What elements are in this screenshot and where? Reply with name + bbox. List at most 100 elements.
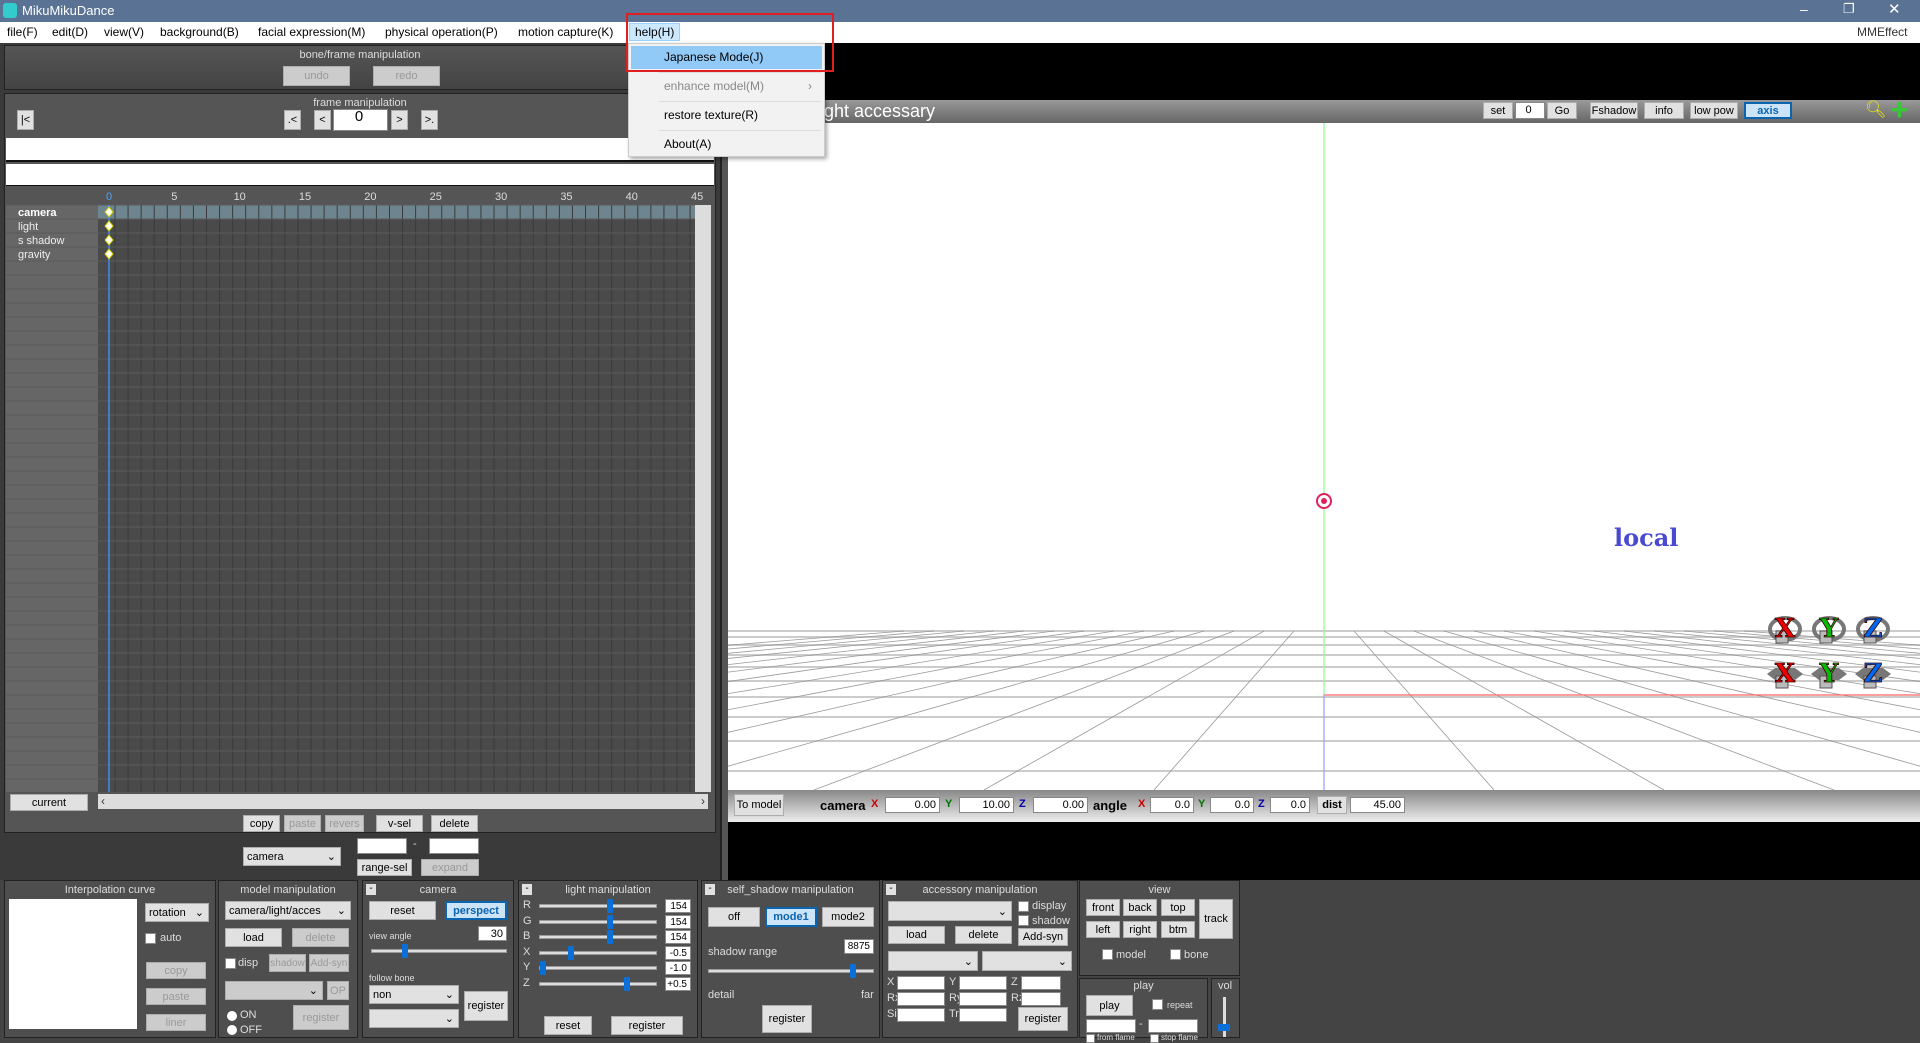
view-track-button[interactable]: track [1199,899,1233,939]
mode1-button[interactable]: mode1 [765,907,817,927]
viewport-frame-input[interactable]: 0 [1515,102,1545,119]
light-x-slider[interactable] [539,945,657,960]
view-top-button[interactable]: top [1161,899,1195,916]
auto-checkbox[interactable] [145,933,156,944]
model-register-button[interactable]: register [293,1005,349,1030]
next-key-button[interactable]: >. [421,110,438,130]
accessory-z-input[interactable] [1021,976,1061,990]
menu-facial-expression[interactable]: facial expression(M) [258,25,365,39]
expand-button[interactable]: expand [421,859,479,876]
to-model-button[interactable]: To model [734,794,784,816]
accessory-bone-select[interactable]: ⌄ [888,951,978,971]
timeline-hscrollbar[interactable]: ‹ › [98,794,708,809]
menu-item-restore-texture[interactable]: restore texture(R) [631,104,822,127]
from-flame-checkbox[interactable] [1086,1034,1095,1043]
view-btm-button[interactable]: btm [1161,921,1195,938]
light-y-slider[interactable] [539,961,657,975]
next-frame-button[interactable]: > [391,110,408,130]
camera-y-input[interactable]: 10.00 [959,797,1014,813]
move-cross-icon[interactable]: ✛ [1891,98,1908,123]
camera-z-input[interactable]: 0.00 [1033,797,1088,813]
menu-motion-capture[interactable]: motion capture(K) [518,25,613,39]
slider-thumb[interactable] [568,945,574,960]
accessory-rz-input[interactable] [1021,992,1061,1006]
paste-button[interactable]: paste [284,815,321,832]
zoom-magnifier-icon[interactable]: 🔍︎ [1865,100,1887,120]
light-register-button[interactable]: register [611,1016,683,1035]
view-front-button[interactable]: front [1086,899,1120,916]
op-button[interactable]: OP [327,981,349,1000]
slider-thumb[interactable] [540,961,546,975]
light-g-input[interactable]: 154 [665,914,691,929]
scroll-right-icon[interactable]: › [701,794,705,808]
camera-register-button[interactable]: register [464,991,508,1021]
shadow-range-slider[interactable] [708,964,874,978]
fshadow-button[interactable]: Fshadow [1590,102,1638,119]
model-load-button[interactable]: load [225,928,282,947]
target-select[interactable]: camera ⌄ [243,847,341,866]
shadow-button[interactable]: shadow [269,954,306,972]
angle-y-input[interactable]: 0.0 [1210,797,1254,813]
slider-thumb[interactable] [849,964,856,978]
on-radio[interactable] [227,1011,237,1021]
first-frame-button[interactable]: |< [17,110,34,130]
play-to-input[interactable] [1148,1019,1198,1033]
axis-button[interactable]: axis [1744,102,1792,119]
splitter[interactable] [720,43,728,880]
accessory-x-input[interactable] [897,976,945,990]
slider-thumb[interactable] [607,930,614,944]
light-b-slider[interactable] [539,930,657,944]
v-sel-button[interactable]: v-sel [376,815,423,832]
light-z-slider[interactable] [539,976,657,991]
model-select[interactable]: camera/light/acces ⌄ [225,901,351,920]
menu-edit[interactable]: edit(D) [52,25,88,39]
perspect-button[interactable]: perspect [445,901,507,920]
dist-input[interactable]: 45.00 [1350,797,1405,813]
redo-button[interactable]: redo [373,66,440,86]
view-angle-slider[interactable] [371,944,507,958]
menu-file[interactable]: file(F) [7,25,38,39]
interpolation-curve-canvas[interactable] [9,899,137,1029]
add-syn-button[interactable]: Add-syn [309,954,349,972]
bone-select[interactable]: ⌄ [225,981,323,1000]
minimize-button[interactable]: – [1800,1,1808,17]
accessory-bone-select-2[interactable]: ⌄ [982,951,1072,971]
accessory-register-button[interactable]: register [1018,1007,1068,1031]
light-r-input[interactable]: 154 [665,899,691,913]
volume-slider[interactable] [1218,997,1230,1037]
light-x-input[interactable]: -0.5 [665,945,691,960]
prev-frame-button[interactable]: < [314,110,331,130]
display-checkbox[interactable] [1018,901,1029,912]
play-from-input[interactable] [1086,1019,1136,1033]
view-right-button[interactable]: right [1123,921,1157,938]
3d-scene[interactable]: XXYYZZ [728,123,1920,790]
repeat-checkbox[interactable] [1152,999,1163,1010]
follow-bone-select-2[interactable]: ⌄ [369,1009,459,1028]
light-g-slider[interactable] [539,914,657,929]
slider-thumb[interactable] [607,899,614,913]
accessory-add-syn-button[interactable]: Add-syn [1018,928,1068,946]
mode2-button[interactable]: mode2 [822,907,874,927]
accessory-ry-input[interactable] [959,992,1007,1006]
interp-mode-select[interactable]: rotation ⌄ [145,903,209,922]
menu-background[interactable]: background(B) [160,25,239,39]
interp-copy-button[interactable]: copy [146,962,206,979]
menu-item-about[interactable]: About(A) [631,133,822,156]
model-checkbox[interactable] [1102,949,1113,960]
model-delete-button[interactable]: delete [292,928,349,947]
dist-button[interactable]: dist [1317,796,1347,814]
revers-button[interactable]: revers [325,815,364,832]
slider-thumb[interactable] [624,976,630,991]
play-button[interactable]: play [1086,995,1133,1016]
light-reset-button[interactable]: reset [544,1016,592,1035]
accessory-shadow-checkbox[interactable] [1018,915,1029,926]
angle-x-input[interactable]: 0.0 [1150,797,1194,813]
follow-bone-select[interactable]: non ⌄ [369,985,459,1004]
slider-thumb[interactable] [402,944,408,958]
accessory-delete-button[interactable]: delete [955,926,1012,944]
light-r-slider[interactable] [539,899,657,913]
close-button[interactable]: ✕ [1888,0,1901,18]
range-sel-button[interactable]: range-sel [357,859,412,876]
accessory-rx-input[interactable] [897,992,945,1006]
menu-mmeffect[interactable]: MMEffect [1857,25,1907,39]
